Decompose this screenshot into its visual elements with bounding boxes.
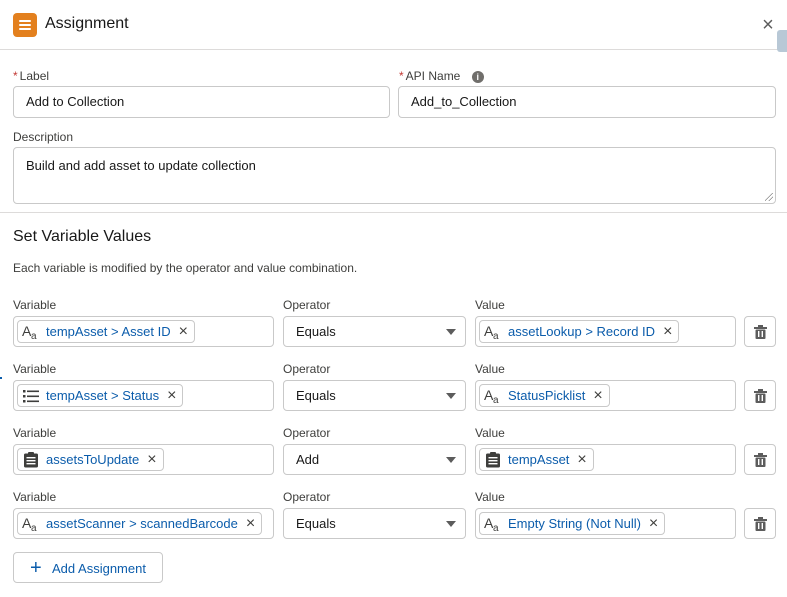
section-description: Each variable is modified by the operato…	[13, 261, 358, 275]
variable-label: Variable	[13, 362, 57, 376]
description-textarea[interactable]: Build and add asset to update collection	[13, 147, 776, 204]
modal-header: Assignment ×	[0, 0, 787, 50]
delete-row-button[interactable]	[744, 316, 776, 347]
resize-handle[interactable]	[765, 193, 773, 201]
value-pill[interactable]: tempAsset ×	[479, 448, 594, 471]
svg-text:a: a	[31, 331, 37, 341]
value-pill-label: StatusPicklist	[508, 388, 586, 403]
variable-pill-label: tempAsset > Asset ID	[46, 324, 171, 339]
operator-value: Add	[296, 452, 320, 467]
chevron-down-icon	[446, 521, 456, 527]
operator-select[interactable]: Equals	[283, 380, 466, 411]
variable-pill[interactable]: Aa assetScanner > scannedBarcode ×	[17, 512, 263, 535]
variable-label: Variable	[13, 426, 57, 440]
remove-icon[interactable]: ×	[147, 451, 156, 468]
variable-input[interactable]: tempAsset > Status ×	[13, 380, 274, 411]
delete-row-button[interactable]	[744, 380, 776, 411]
variable-pill[interactable]: tempAsset > Status ×	[17, 384, 184, 407]
close-icon[interactable]: ×	[759, 15, 777, 35]
plus-icon: +	[30, 557, 42, 579]
description-text: Build and add asset to update collection	[26, 158, 256, 173]
variable-pill-label: tempAsset > Status	[46, 388, 160, 403]
assignment-icon	[13, 13, 37, 37]
text-icon: Aa	[484, 323, 499, 341]
variable-input[interactable]: Aa tempAsset > Asset ID ×	[13, 316, 274, 347]
value-input[interactable]: Aa StatusPicklist ×	[475, 380, 736, 411]
variable-input[interactable]: assetsToUpdate ×	[13, 444, 274, 475]
operator-value: Equals	[296, 516, 336, 531]
side-panel-handle[interactable]	[777, 30, 787, 52]
chevron-down-icon	[446, 393, 456, 399]
remove-icon[interactable]: ×	[649, 515, 658, 532]
value-pill-label: assetLookup > Record ID	[508, 324, 656, 339]
trash-icon	[754, 453, 767, 467]
delete-row-button[interactable]	[744, 508, 776, 539]
value-pill-label: tempAsset	[508, 452, 570, 467]
text-icon: Aa	[22, 323, 37, 341]
remove-icon[interactable]: ×	[179, 323, 188, 340]
operator-select[interactable]: Add	[283, 444, 466, 475]
operator-value: Equals	[296, 324, 336, 339]
operator-label: Operator	[283, 490, 331, 504]
trash-icon	[754, 517, 767, 531]
value-input[interactable]: Aa assetLookup > Record ID ×	[475, 316, 736, 347]
section-divider	[0, 212, 787, 213]
value-label: Value	[475, 426, 505, 440]
value-pill[interactable]: Aa StatusPicklist ×	[479, 384, 610, 407]
label-input[interactable]: Add to Collection	[13, 86, 390, 118]
text-icon: Aa	[22, 515, 37, 533]
value-input[interactable]: tempAsset ×	[475, 444, 736, 475]
api-name-input[interactable]: Add_to_Collection	[398, 86, 776, 118]
svg-text:a: a	[493, 523, 499, 533]
operator-label: Operator	[283, 298, 331, 312]
remove-icon[interactable]: ×	[663, 323, 672, 340]
chevron-down-icon	[446, 457, 456, 463]
section-title: Set Variable Values	[13, 228, 152, 245]
value-label: Value	[475, 490, 505, 504]
description-caption: Description	[13, 130, 74, 144]
remove-icon[interactable]: ×	[577, 451, 586, 468]
variable-pill[interactable]: assetsToUpdate ×	[17, 448, 164, 471]
svg-text:a: a	[493, 331, 499, 341]
collection-icon	[24, 451, 38, 467]
operator-label: Operator	[283, 362, 331, 376]
value-label: Value	[475, 362, 505, 376]
variable-pill-label: assetsToUpdate	[46, 452, 140, 467]
trash-icon	[754, 325, 767, 339]
collection-icon	[486, 451, 500, 467]
operator-value: Equals	[296, 388, 336, 403]
variable-pill-label: assetScanner > scannedBarcode	[46, 516, 238, 531]
variable-label: Variable	[13, 490, 57, 504]
operator-label: Operator	[283, 426, 331, 440]
value-label: Value	[475, 298, 505, 312]
modal-title: Assignment	[45, 15, 129, 32]
value-pill[interactable]: Aa Empty String (Not Null) ×	[479, 512, 666, 535]
remove-icon[interactable]: ×	[593, 387, 602, 404]
add-assignment-button[interactable]: + Add Assignment	[13, 552, 163, 583]
chevron-down-icon	[446, 329, 456, 335]
info-icon[interactable]: i	[471, 70, 484, 83]
text-icon: Aa	[484, 387, 499, 405]
remove-icon[interactable]: ×	[167, 387, 176, 404]
api-name-caption: * API Name i	[399, 69, 484, 83]
variable-pill[interactable]: Aa tempAsset > Asset ID ×	[17, 320, 195, 343]
value-input[interactable]: Aa Empty String (Not Null) ×	[475, 508, 736, 539]
text-icon: Aa	[484, 515, 499, 533]
variable-label: Variable	[13, 298, 57, 312]
add-assignment-label: Add Assignment	[52, 561, 146, 576]
operator-select[interactable]: Equals	[283, 316, 466, 347]
svg-text:a: a	[31, 523, 37, 533]
label-caption: * Label	[13, 69, 50, 83]
svg-text:a: a	[493, 395, 499, 405]
remove-icon[interactable]: ×	[246, 515, 255, 532]
value-pill[interactable]: Aa assetLookup > Record ID ×	[479, 320, 680, 343]
trash-icon	[754, 389, 767, 403]
value-pill-label: Empty String (Not Null)	[508, 516, 641, 531]
variable-input[interactable]: Aa assetScanner > scannedBarcode ×	[13, 508, 274, 539]
picklist-icon	[23, 389, 39, 402]
delete-row-button[interactable]	[744, 444, 776, 475]
focus-marker	[0, 377, 2, 379]
operator-select[interactable]: Equals	[283, 508, 466, 539]
